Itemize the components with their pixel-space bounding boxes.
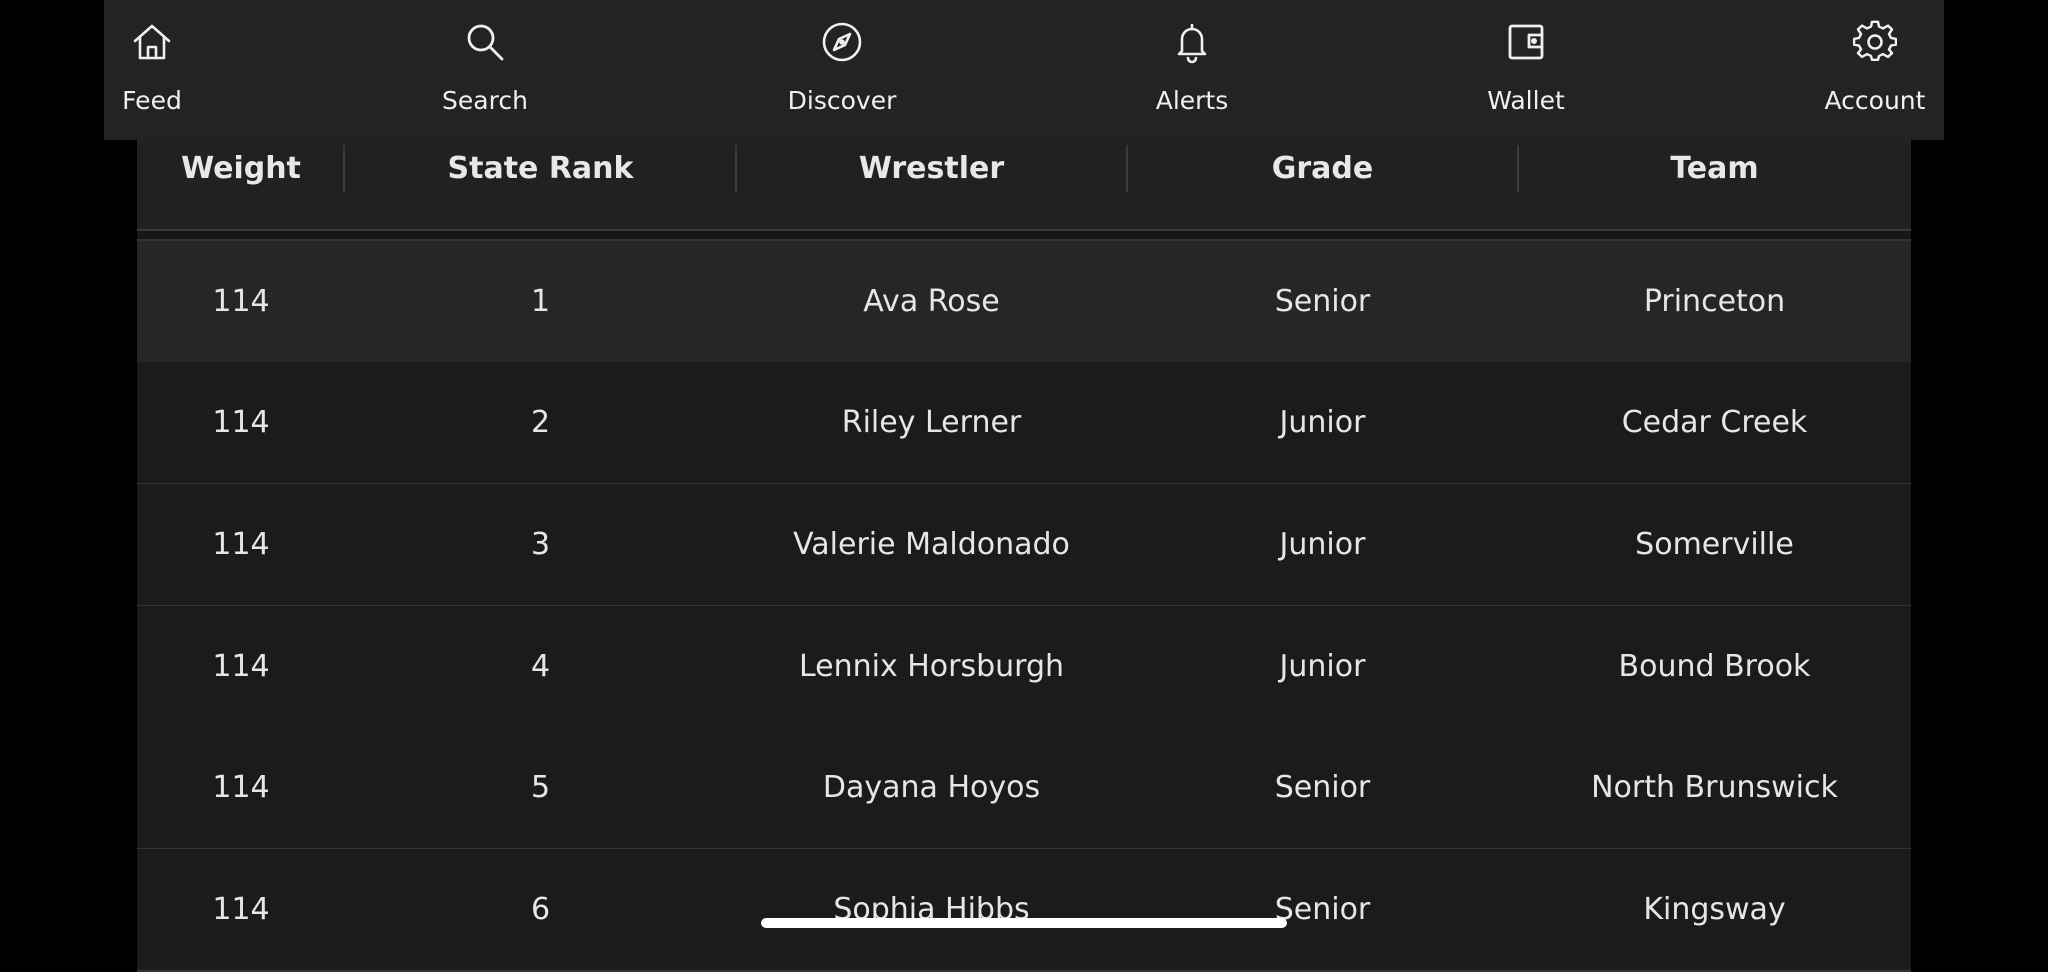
- cell-state-rank: 6: [530, 892, 551, 927]
- cell-grade: Junior: [1279, 527, 1366, 562]
- cell-team: North Brunswick: [1591, 770, 1838, 805]
- nav-item-account[interactable]: Account: [1775, 0, 1975, 140]
- cell-wrestler: Valerie Maldonado: [793, 527, 1070, 562]
- cell-grade: Senior: [1274, 892, 1371, 927]
- cell-wrestler: Dayana Hoyos: [822, 770, 1041, 805]
- cell-weight: 114: [212, 527, 270, 562]
- cell-wrestler: Sophia Hibbs: [833, 892, 1030, 927]
- cell-state-rank: 2: [530, 405, 551, 440]
- nav-item-feed[interactable]: Feed: [52, 0, 252, 140]
- column-header-wrestler[interactable]: Wrestler: [736, 140, 1127, 198]
- table-row[interactable]: 114 5 Dayana Hoyos Senior North Brunswic…: [137, 727, 1911, 850]
- gear-icon: [1853, 20, 1897, 64]
- table-row[interactable]: 114 3 Valerie Maldonado Junior Somervill…: [137, 484, 1911, 607]
- cell-grade: Junior: [1279, 649, 1366, 684]
- column-header-grade[interactable]: Grade: [1127, 140, 1518, 198]
- cell-state-rank: 5: [530, 770, 551, 805]
- home-indicator[interactable]: [761, 918, 1287, 928]
- cell-weight: 114: [212, 892, 270, 927]
- bell-icon: [1170, 20, 1214, 64]
- cell-team: Cedar Creek: [1621, 405, 1808, 440]
- nav-item-alerts[interactable]: Alerts: [1092, 0, 1292, 140]
- cell-team: Bound Brook: [1618, 649, 1811, 684]
- cell-weight: 114: [212, 770, 270, 805]
- table-row[interactable]: 114 4 Lennix Horsburgh Junior Bound Broo…: [137, 606, 1911, 729]
- cell-state-rank: 4: [530, 649, 551, 684]
- cell-team: Princeton: [1643, 284, 1786, 319]
- cell-state-rank: 1: [530, 284, 551, 319]
- nav-item-discover[interactable]: Discover: [742, 0, 942, 140]
- nav-item-wallet[interactable]: Wallet: [1426, 0, 1626, 140]
- cell-weight: 114: [212, 284, 270, 319]
- search-icon: [463, 20, 507, 64]
- table-row[interactable]: 114 2 Riley Lerner Junior Cedar Creek: [137, 362, 1911, 485]
- cell-team: Somerville: [1635, 527, 1794, 562]
- nav-label: Discover: [787, 86, 897, 115]
- nav-label: Account: [1824, 86, 1926, 115]
- cell-grade: Junior: [1279, 405, 1366, 440]
- cell-wrestler: Riley Lerner: [841, 405, 1022, 440]
- cell-weight: 114: [212, 405, 270, 440]
- rankings-table: Weight State Rank Wrestler Grade Team 11…: [137, 140, 1911, 972]
- compass-icon: [820, 20, 864, 64]
- cell-wrestler: Ava Rose: [863, 284, 1000, 319]
- wallet-icon: [1504, 20, 1548, 64]
- table-row[interactable]: 114 1 Ava Rose Senior Princeton: [137, 239, 1911, 364]
- cell-wrestler: Lennix Horsburgh: [798, 649, 1065, 684]
- nav-label: Feed: [122, 86, 182, 115]
- cell-weight: 114: [212, 649, 270, 684]
- nav-label: Search: [442, 86, 528, 115]
- nav-label: Wallet: [1487, 86, 1565, 115]
- top-nav-bar: Feed Search Discover Alerts Wallet Accou…: [104, 0, 1944, 140]
- table-header: Weight State Rank Wrestler Grade Team: [137, 140, 1911, 231]
- column-header-weight[interactable]: Weight: [137, 140, 345, 198]
- header-divider: [137, 231, 1911, 239]
- column-header-team[interactable]: Team: [1518, 140, 1911, 198]
- cell-grade: Senior: [1274, 284, 1371, 319]
- nav-label: Alerts: [1155, 86, 1229, 115]
- column-header-state-rank[interactable]: State Rank: [345, 140, 736, 198]
- cell-grade: Senior: [1274, 770, 1371, 805]
- cell-team: Kingsway: [1643, 892, 1786, 927]
- home-icon: [130, 20, 174, 64]
- table-row[interactable]: 114 6 Sophia Hibbs Senior Kingsway: [137, 849, 1911, 972]
- nav-item-search[interactable]: Search: [385, 0, 585, 140]
- cell-state-rank: 3: [530, 527, 551, 562]
